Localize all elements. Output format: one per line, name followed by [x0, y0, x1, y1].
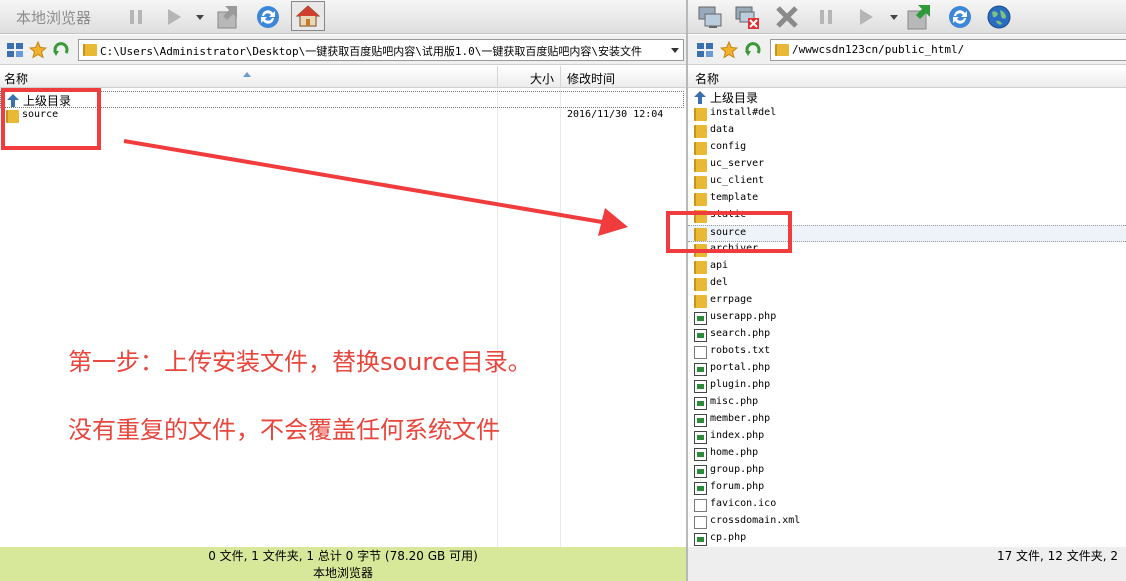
annotation-arrow — [123, 139, 628, 236]
annotation-note: 没有重复的文件，不会覆盖任何系统文件 — [68, 416, 500, 444]
annotation-step-one: 第一步：上传安装文件，替换source目录。 — [68, 348, 532, 376]
ftp-client-window: 本地浏览器 C:\Users\Administrator\Desktop\一键获… — [0, 0, 1126, 581]
